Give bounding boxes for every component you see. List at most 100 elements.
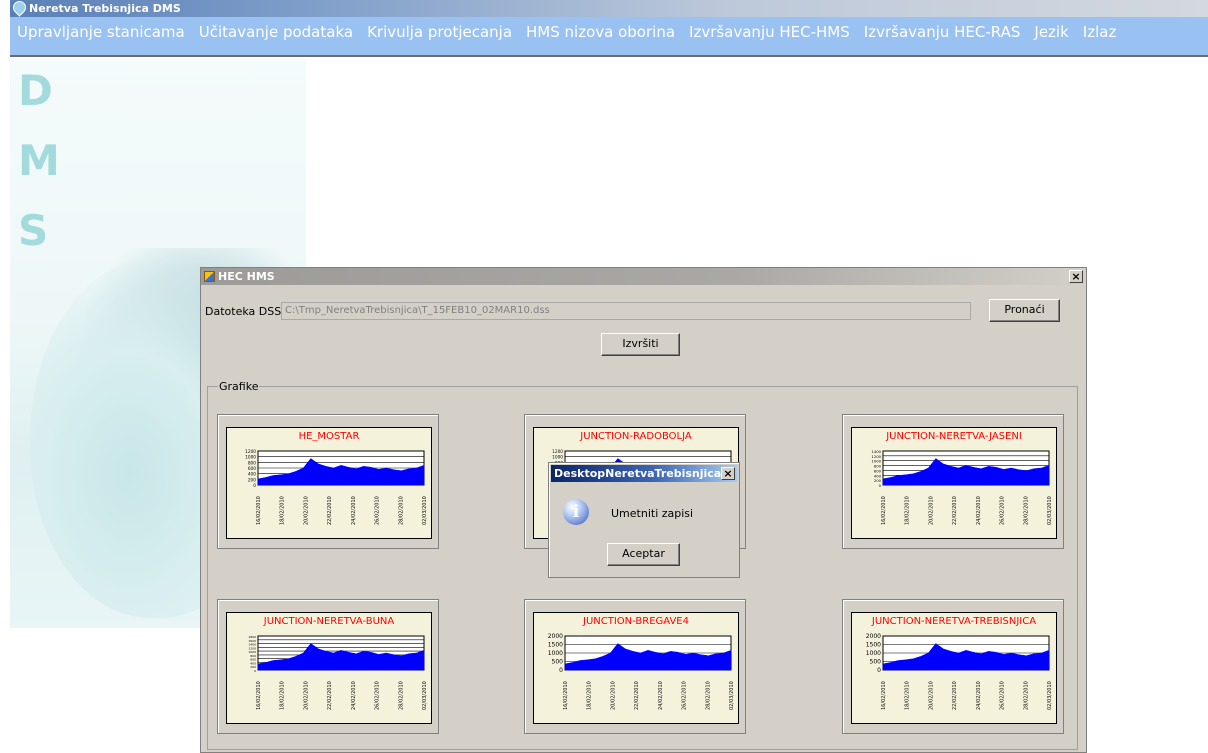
menu-item-krivulja-protjecanja[interactable]: Krivulja protjecanja [360, 17, 519, 44]
menu-item-izlaz[interactable]: Izlaz [1076, 17, 1124, 44]
x-tick-label: 22/02/2010 [327, 496, 333, 525]
menu-item-hms-nizova-oborina[interactable]: HMS nizova oborina [519, 17, 682, 44]
x-tick-label: 24/02/2010 [976, 496, 982, 525]
x-tick-label: 22/02/2010 [952, 496, 958, 525]
dialog-title-bar: HEC HMS × [201, 268, 1086, 285]
menu-item-jezik[interactable]: Jezik [1027, 17, 1075, 44]
menu-item-izvrsavanju-hec-ras[interactable]: Izvršavanju HEC-RAS [857, 17, 1028, 44]
x-tick-label: 22/02/2010 [952, 681, 958, 710]
x-tick-label: 28/02/2010 [705, 681, 711, 710]
dss-file-field[interactable]: C:\Tmp_NeretvaTrebisnjica\T_15FEB10_02MA… [281, 302, 971, 320]
x-tick-label: 24/02/2010 [351, 496, 357, 525]
y-tick-label: 2000 [866, 633, 881, 640]
y-tick-label: 1200 [552, 449, 563, 455]
x-tick-label: 16/02/2010 [256, 681, 262, 710]
x-tick-label: 24/02/2010 [351, 681, 357, 710]
logo-letter-m: M [18, 136, 60, 185]
y-tick-label: 1000 [552, 455, 563, 461]
x-tick-label: 18/02/2010 [905, 681, 911, 710]
message-box: DesktopNeretvaTrebisnjica × i Umetniti z… [548, 462, 740, 578]
chart-panel-junction-bregave4: JUNCTION-BREGAVE4 2000 1500 1000 500 0 16/02/2… [524, 599, 746, 734]
chart-title: JUNCTION-NERETVA-BUNA [263, 616, 395, 627]
chart-junction-neretva-trebisnjica: JUNCTION-NERETVA-TREBISNJICA 2000 15001000… [851, 612, 1057, 724]
y-tick-label: 2000 [548, 633, 563, 640]
menu-item-upravljanje-stanicama[interactable]: Upravljanje stanicama [10, 17, 192, 44]
y-tick-label: 200 [874, 479, 882, 483]
app-title: Neretva Trebisnjica DMS [29, 2, 181, 15]
main-menu-bar: Upravljanje stanicama Učitavanje podataka… [10, 17, 1208, 57]
y-tick-label: 0 [877, 667, 881, 674]
x-tick-label: 18/02/2010 [280, 496, 286, 525]
x-tick-label: 16/02/2010 [881, 681, 887, 710]
y-tick-label: 0 [254, 669, 256, 673]
y-tick-label: 1000 [245, 455, 256, 461]
y-tick-label: 500 [870, 659, 882, 666]
x-tick-label: 20/02/2010 [303, 681, 309, 710]
y-tick-label: 600 [248, 466, 256, 472]
y-tick-label: 200 [248, 477, 256, 483]
chart-title: HE_MOSTAR [299, 431, 360, 442]
chart-title: JUNCTION-RADOBOLJA [579, 431, 692, 442]
x-tick-label: 18/02/2010 [905, 496, 911, 525]
y-tick-label: 1500 [866, 642, 881, 649]
x-tick-label: 20/02/2010 [610, 681, 616, 710]
chart-junction-neretva-jaseni: JUNCTION-NERETVA-JASENI 14001200100080060… [851, 427, 1057, 539]
x-tick-label: 26/02/2010 [682, 681, 688, 710]
y-tick-label: 1500 [548, 642, 563, 649]
dialog-title: HEC HMS [218, 270, 275, 283]
dialog-close-button[interactable]: × [1069, 270, 1083, 283]
x-tick-label: 20/02/2010 [303, 496, 309, 525]
form-icon [204, 271, 215, 282]
y-tick-label: 0 [253, 483, 256, 489]
dss-file-label: Datoteka DSS [205, 305, 282, 318]
y-tick-label: 400 [874, 474, 882, 478]
y-tick-label: 800 [248, 460, 256, 466]
message-text: Umetniti zapisi [611, 507, 694, 520]
chart-panel-he-mostar: HE_MOSTAR 1200 1000 800 600 400 200 0 16/02/2010… [217, 414, 439, 549]
x-tick-label: 24/02/2010 [976, 681, 982, 710]
y-tick-label: 1400 [871, 450, 881, 454]
message-box-close-button[interactable]: × [721, 467, 735, 480]
menu-item-izvrsavanju-hec-hms[interactable]: Izvršavanju HEC-HMS [682, 17, 857, 44]
x-tick-label: 26/02/2010 [375, 681, 381, 710]
x-tick-label: 02/03/2010 [1047, 681, 1053, 710]
y-tick-label: 600 [874, 469, 882, 473]
y-tick-label: 1000 [871, 460, 881, 464]
x-tick-label: 02/03/2010 [422, 681, 428, 710]
x-tick-label: 26/02/2010 [1000, 496, 1006, 525]
x-tick-label: 26/02/2010 [375, 496, 381, 525]
x-tick-label: 16/02/2010 [563, 681, 569, 710]
information-icon: i [563, 499, 589, 525]
logo-letter-s: S [18, 206, 48, 255]
y-tick-label: 0 [559, 667, 563, 674]
y-tick-label: 500 [552, 659, 564, 666]
x-tick-label: 16/02/2010 [256, 496, 262, 525]
y-tick-label: 1000 [866, 650, 881, 657]
x-tick-label: 02/03/2010 [422, 496, 428, 525]
x-tick-label: 18/02/2010 [587, 681, 593, 710]
logo-letter-d: D [18, 66, 53, 115]
x-tick-label: 20/02/2010 [928, 681, 934, 710]
x-tick-label: 16/02/2010 [881, 496, 887, 525]
x-tick-label: 28/02/2010 [398, 681, 404, 710]
chart-title: JUNCTION-NERETVA-JASENI [885, 431, 1022, 442]
menu-item-ucitavanje-podataka[interactable]: Učitavanje podataka [192, 17, 360, 44]
chart-panel-junction-neretva-trebisnjica: JUNCTION-NERETVA-TREBISNJICA 2000 1500 1000… [842, 599, 1064, 734]
run-button[interactable]: Izvršiti [601, 333, 680, 356]
chart-junction-neretva-buna: JUNCTION-NERETVA-BUNA1800160014001200100… [226, 612, 432, 724]
chart-title: JUNCTION-NERETVA-TREBISNJICA [871, 616, 1036, 627]
app-title-bar: Neretva Trebisnjica DMS [10, 0, 1208, 17]
y-tick-label: 1000 [548, 650, 563, 657]
x-tick-label: 22/02/2010 [634, 681, 640, 710]
x-tick-label: 20/02/2010 [928, 496, 934, 525]
accept-button[interactable]: Aceptar [607, 543, 680, 566]
x-tick-label: 28/02/2010 [1023, 496, 1029, 525]
find-button[interactable]: Pronaći [989, 299, 1060, 322]
y-tick-label: 800 [874, 465, 882, 469]
x-tick-label: 28/02/2010 [398, 496, 404, 525]
x-tick-label: 02/03/2010 [729, 681, 735, 710]
x-tick-label: 22/02/2010 [327, 681, 333, 710]
x-tick-label: 26/02/2010 [1000, 681, 1006, 710]
message-box-title: DesktopNeretvaTrebisnjica [551, 465, 737, 482]
app-drop-icon [10, 0, 29, 17]
